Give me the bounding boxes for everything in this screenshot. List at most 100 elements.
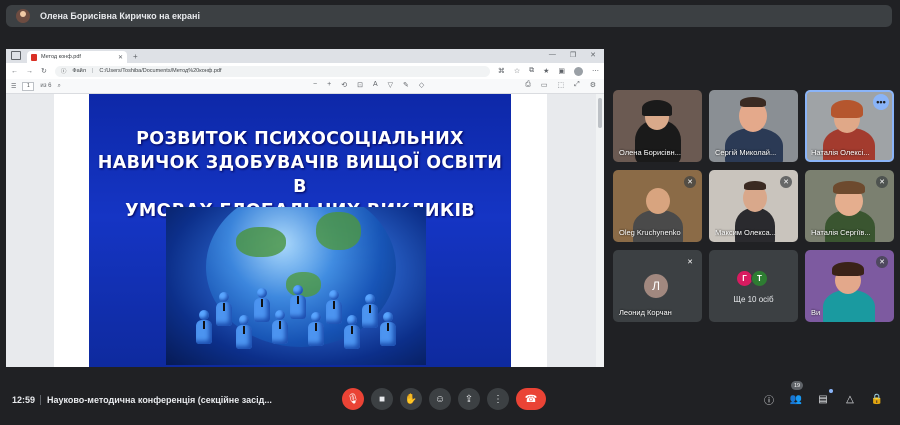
info-icon: ⓘ (764, 395, 774, 407)
mic-off-icon: ✕ (876, 176, 888, 188)
participant-tile-self[interactable]: ✕ Ви (805, 250, 894, 322)
browser-address-bar: ← → ↻ ⓘ Файл | C:/Users/Toshiba/Document… (6, 63, 604, 79)
presenter-banner: Олена Борисівна Киричко на екрані (6, 5, 892, 27)
mini-avatar: Т (751, 270, 768, 287)
close-icon: ✕ (590, 52, 596, 59)
participant-name: Наталія Сергіїв... (811, 228, 871, 237)
omnibox: ⓘ Файл | C:/Users/Toshiba/Documents/Мето… (54, 65, 490, 77)
participants-count-badge: 19 (791, 381, 803, 390)
profile-icon (574, 66, 583, 76)
pdf-toolbar: ☰ 1 из 6 ⌕ − + ⟲ ⊡ A ▽ ✎ ◇ ⎙ ▭ ⬚ ⤢ ⚙ (6, 79, 604, 94)
mic-toggle-button[interactable]: 🎙 (342, 388, 364, 410)
pdf-tools: − + ⟲ ⊡ A ▽ ✎ ◇ (313, 81, 424, 89)
participant-initial-avatar: Л (644, 274, 668, 298)
reactions-button[interactable]: ☺ (429, 388, 451, 410)
hang-up-icon: ☎ (524, 393, 538, 405)
favorites-icon: ★ (543, 68, 550, 75)
people-icon: 👥 (789, 393, 803, 405)
new-tab-icon: + (133, 52, 138, 61)
participant-name: Наталія Олексі... (811, 148, 870, 157)
presentation-slide: РОЗВИТОК ПСИХОСОЦІАЛЬНИХ НАВИЧОК ЗДОБУВА… (89, 94, 511, 367)
mic-off-icon: ✕ (684, 256, 696, 268)
people-button[interactable]: 👥 19 (787, 381, 805, 408)
participant-name: Oleg Kruchynenko (619, 228, 681, 237)
meeting-details-button[interactable]: ⓘ (760, 390, 778, 408)
activities-button[interactable]: △ (841, 390, 859, 408)
presenter-avatar (16, 9, 30, 23)
page-number-box: 1 (22, 81, 35, 91)
meeting-clock: 12:59 (12, 395, 36, 405)
chat-button[interactable]: ▤ (814, 389, 833, 408)
collections-icon: ▣ (558, 68, 565, 75)
more-options-button[interactable]: ⋮ (487, 388, 509, 410)
raise-hand-button[interactable]: ✋ (400, 388, 422, 410)
leave-call-button[interactable]: ☎ (516, 388, 546, 410)
split-icon: ⧉ (529, 67, 535, 74)
minimize-icon: — (548, 51, 556, 58)
pdf-viewer: РОЗВИТОК ПСИХОСОЦІАЛЬНИХ НАВИЧОК ЗДОБУВА… (6, 94, 604, 367)
browser-tabstrip: Метод конф.pdf ✕ + — ❐ ✕ (6, 49, 604, 63)
more-participants-avatars: Г Т (736, 270, 768, 287)
meeting-control-bar: 12:59 Науково-методична конференція (сек… (0, 381, 900, 418)
menu-dots-icon: ⋯ (592, 68, 599, 75)
participant-name: Ви (811, 308, 821, 317)
zoom-out-icon: − (313, 81, 318, 88)
pdf-page: РОЗВИТОК ПСИХОСОЦІАЛЬНИХ НАВИЧОК ЗДОБУВА… (54, 94, 547, 367)
mic-off-icon: ✕ (684, 176, 696, 188)
participant-tile[interactable]: Олена Борисівн... (613, 90, 702, 162)
camera-icon: ■ (378, 393, 386, 405)
more-participants-tile[interactable]: Г Т Ще 10 осіб (709, 250, 798, 322)
shared-screen: Метод конф.pdf ✕ + — ❐ ✕ ← → ↻ ⓘ Файл | … (6, 49, 604, 367)
browser-tab: Метод конф.pdf ✕ (27, 51, 127, 63)
participant-name: Максим Олекса... (715, 228, 776, 237)
participant-name: Леонид Корчан (619, 308, 672, 317)
participant-name: Сергій Миколай... (715, 148, 777, 157)
meeting-title: Науково-методична конференція (секційне … (47, 395, 272, 405)
tab-grid-icon (11, 51, 21, 60)
participant-tile[interactable]: ✕ Oleg Kruchynenko (613, 170, 702, 242)
participant-tile[interactable]: ✕ Максим Олекса... (709, 170, 798, 242)
translate-icon: ⌘ (497, 68, 505, 75)
info-icon: ⓘ (60, 69, 67, 75)
zoom-in-icon: + (327, 81, 332, 88)
address-bar-actions: ⌘ ☆ ⧉ ★ ▣ ⋯ (497, 66, 599, 76)
participant-tile[interactable]: ✕ Наталія Сергіїв... (805, 170, 894, 242)
meeting-side-controls: ⓘ 👥 19 ▤ △ 🔒 (760, 381, 886, 408)
participant-tile[interactable]: Сергій Миколай... (709, 90, 798, 162)
pdf-scroll-thumb (598, 98, 602, 128)
chat-notification-dot (829, 389, 833, 393)
present-screen-button[interactable]: ⇪ (458, 388, 480, 410)
emoji-icon: ☺ (434, 393, 446, 405)
back-icon: ← (11, 67, 18, 75)
save-as-icon: ⬚ (557, 82, 565, 89)
activities-icon: △ (846, 393, 854, 405)
forward-icon: → (26, 67, 33, 75)
pdf-scrollbar (596, 94, 604, 367)
slide-globe-illustration (166, 207, 426, 365)
participant-tile[interactable]: ••• Наталія Олексі... (805, 90, 894, 162)
eraser-icon: ◇ (418, 82, 425, 89)
meeting-controls: 🎙 ■ ✋ ☺ ⇪ ⋮ ☎ (342, 388, 546, 410)
present-icon: ⇪ (464, 393, 474, 405)
filter-icon: ▽ (387, 82, 393, 89)
save-icon: ▭ (540, 82, 548, 89)
more-options-icon[interactable]: ••• (873, 94, 889, 110)
host-controls-button[interactable]: 🔒 (868, 390, 886, 408)
contents-icon: ☰ (11, 83, 17, 90)
pdf-tools-right: ⎙ ▭ ⬚ ⤢ ⚙ (525, 81, 596, 89)
camera-toggle-button[interactable]: ■ (371, 388, 393, 410)
rotate-icon: ⟲ (341, 82, 348, 89)
hand-icon: ✋ (404, 393, 418, 405)
draw-icon: ✎ (403, 82, 409, 89)
participant-name: Олена Борисівн... (619, 148, 681, 157)
participant-tile[interactable]: Л ✕ Леонид Корчан (613, 250, 702, 322)
fit-page-icon: ⊡ (357, 82, 363, 89)
address-path: C:/Users/Toshiba/Documents/Метод%20конф.… (99, 68, 222, 74)
pdf-file-icon (31, 53, 37, 61)
tab-title: Метод конф.pdf (41, 54, 81, 60)
window-controls: — ❐ ✕ (549, 51, 596, 59)
read-aloud-icon: A (372, 81, 378, 88)
fullscreen-icon: ⤢ (574, 81, 580, 88)
reload-icon: ↻ (41, 68, 47, 75)
people-figures (166, 270, 426, 365)
